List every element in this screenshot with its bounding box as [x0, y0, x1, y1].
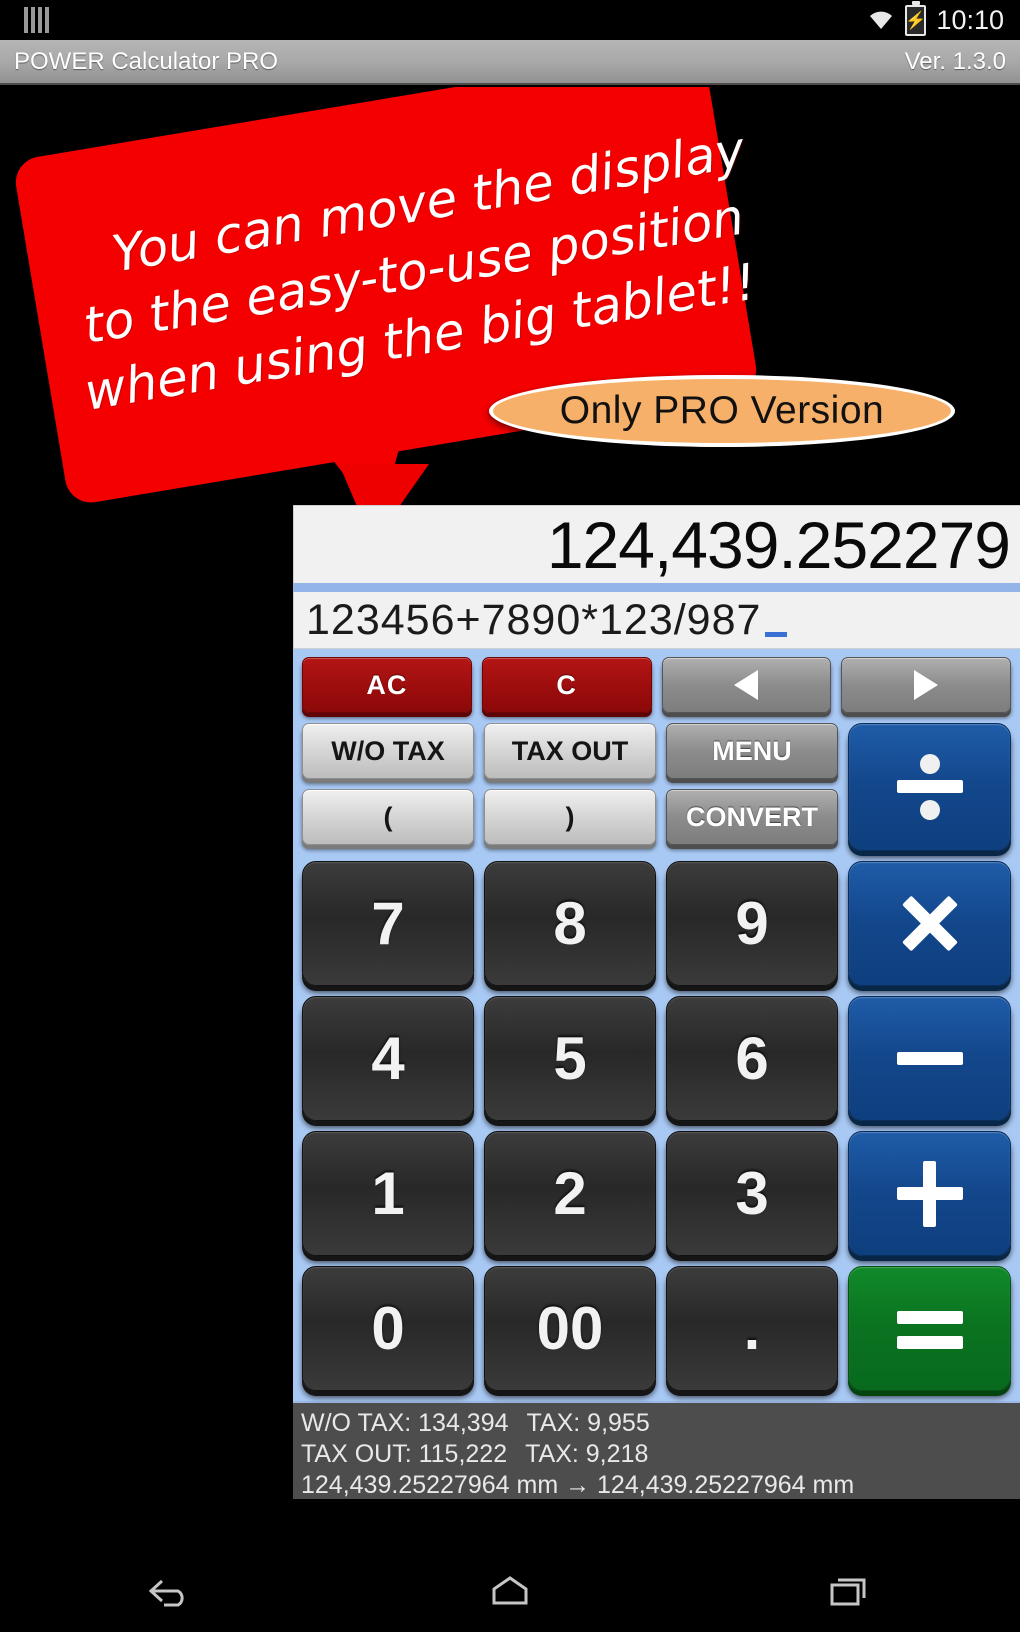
status-bar-left: [24, 7, 49, 33]
keypad-left-block: W/O TAX TAX OUT MENU () CONVERT: [302, 723, 838, 851]
equals-button[interactable]: [848, 1266, 1011, 1391]
status-bar: ⚡ 10:10: [0, 0, 1020, 40]
clear-button-label: C: [556, 669, 577, 700]
tax-out-tax-amount: TAX: 9,218: [525, 1440, 649, 1468]
result-value: 124,439.252279: [546, 507, 1011, 582]
digit-5-button[interactable]: 5: [484, 996, 656, 1121]
result-display[interactable]: 124,439.252279: [293, 505, 1020, 583]
pro-version-badge: Only PRO Version: [489, 375, 955, 447]
arrow-right-icon: [914, 670, 939, 700]
app-title-bar: POWER Calculator PRO Ver. 1.3.0: [0, 40, 1020, 85]
divide-icon: [896, 754, 963, 820]
close-paren-button[interactable]: ): [484, 789, 656, 845]
home-button[interactable]: [450, 1564, 570, 1624]
digit-8-button[interactable]: 8: [484, 861, 656, 986]
keypad-row-789: 7 8 9: [302, 861, 1011, 986]
digit-4-button[interactable]: 4: [302, 996, 474, 1121]
calculator-panel: 124,439.252279 123456+7890*123/987 AC C: [293, 505, 1020, 1555]
digit-0-button[interactable]: 0: [302, 1266, 474, 1391]
tax-line-tax-out: TAX OUT: 115,222 TAX: 9,218: [301, 1439, 1020, 1470]
tax-out-button-label: TAX OUT: [511, 735, 629, 766]
multiply-icon: [897, 891, 963, 957]
convert-button-label: CONVERT: [685, 801, 818, 832]
digit-6-label: 6: [735, 1025, 769, 1092]
formula-value: 123456+7890*123/987: [306, 595, 762, 644]
minus-icon: [896, 1026, 963, 1092]
text-cursor: [765, 631, 788, 637]
without-tax-tax-amount: TAX: 9,955: [526, 1409, 650, 1437]
keypad-subrow-tax: W/O TAX TAX OUT MENU: [302, 723, 838, 779]
without-tax-button-label: W/O TAX: [331, 735, 445, 766]
keypad-row-control-1: AC C: [302, 657, 1011, 713]
digit-00-button[interactable]: 00: [484, 1266, 656, 1391]
cursor-left-button[interactable]: [661, 657, 832, 713]
digit-9-button[interactable]: 9: [666, 861, 838, 986]
digit-3-label: 3: [735, 1160, 769, 1227]
menu-button[interactable]: MENU: [666, 723, 838, 779]
keypad-row-zero: 0 00 .: [302, 1266, 1011, 1391]
digit-0-label: 0: [371, 1295, 405, 1362]
pro-version-badge-label: Only PRO Version: [559, 389, 885, 432]
plus-button[interactable]: [848, 1131, 1011, 1256]
digit-2-button[interactable]: 2: [484, 1131, 656, 1256]
divide-button[interactable]: [848, 723, 1011, 851]
tax-info-panel: W/O TAX: 134,394 TAX: 9,955 TAX OUT: 115,…: [293, 1401, 1020, 1499]
app-title: POWER Calculator PRO: [14, 47, 279, 75]
menu-button-label: MENU: [712, 735, 792, 766]
digit-7-button[interactable]: 7: [302, 861, 474, 986]
multiply-button[interactable]: [848, 861, 1011, 986]
keypad-row-control-2: W/O TAX TAX OUT MENU () CONVERT: [302, 723, 1011, 851]
tax-out-button[interactable]: TAX OUT: [484, 723, 656, 779]
android-nav-bar: [0, 1555, 1020, 1632]
convert-button[interactable]: CONVERT: [666, 789, 838, 845]
keypad-subrow-paren: ( ) CONVERT: [302, 789, 838, 845]
all-clear-button[interactable]: AC: [302, 657, 472, 713]
display-separator: [293, 583, 1020, 592]
close-paren-button-label: ): [565, 801, 575, 832]
digit-4-label: 4: [371, 1025, 405, 1092]
wifi-icon: [867, 9, 895, 31]
app-version-label: Ver. 1.3.0: [904, 47, 1006, 75]
digit-00-label: 00: [536, 1295, 604, 1362]
decimal-point-button[interactable]: .: [666, 1266, 838, 1391]
digit-9-label: 9: [735, 890, 769, 957]
digit-6-button[interactable]: 6: [666, 996, 838, 1121]
formula-display[interactable]: 123456+7890*123/987: [293, 592, 1020, 649]
clear-button[interactable]: C: [481, 657, 652, 713]
digit-7-label: 7: [371, 890, 405, 957]
plus-icon: [896, 1160, 963, 1227]
keypad-row-123: 1 2 3: [302, 1131, 1011, 1256]
open-paren-button[interactable]: (: [302, 789, 474, 845]
recents-button[interactable]: [790, 1564, 910, 1624]
equals-icon: [896, 1296, 963, 1362]
tax-out-amount: TAX OUT: 115,222: [301, 1440, 508, 1468]
digit-1-button[interactable]: 1: [302, 1131, 474, 1256]
digit-8-label: 8: [553, 890, 587, 957]
digit-3-button[interactable]: 3: [666, 1131, 838, 1256]
back-icon: [144, 1571, 196, 1616]
unit-conversion-line: 124,439.25227964 mm → 124,439.25227964 m…: [301, 1471, 855, 1499]
status-bar-right: ⚡ 10:10: [867, 4, 1004, 36]
all-clear-button-label: AC: [366, 669, 408, 700]
digit-5-label: 5: [553, 1025, 587, 1092]
sim-card-icon: [24, 7, 49, 33]
back-button[interactable]: [110, 1564, 230, 1624]
without-tax-amount: W/O TAX: 134,394: [301, 1409, 509, 1437]
arrow-left-icon: [734, 670, 759, 700]
digit-2-label: 2: [553, 1160, 587, 1227]
status-clock: 10:10: [936, 4, 1004, 35]
keypad: AC C W/O TAX TAX OUT MENU () CONVERT 7 …: [293, 649, 1020, 1401]
home-icon: [484, 1571, 536, 1616]
decimal-point-label: .: [743, 1295, 761, 1362]
cursor-right-button[interactable]: [841, 657, 1011, 713]
digit-1-label: 1: [371, 1160, 405, 1227]
app-workspace: You can move the display to the easy-to-…: [0, 87, 1020, 1555]
minus-button[interactable]: [848, 996, 1011, 1121]
tax-line-without-tax: W/O TAX: 134,394 TAX: 9,955: [301, 1408, 1020, 1439]
recents-icon: [824, 1571, 876, 1616]
battery-charging-icon: ⚡: [905, 4, 927, 36]
open-paren-button-label: (: [383, 801, 393, 832]
without-tax-button[interactable]: W/O TAX: [302, 723, 474, 779]
keypad-row-456: 4 5 6: [302, 996, 1011, 1121]
